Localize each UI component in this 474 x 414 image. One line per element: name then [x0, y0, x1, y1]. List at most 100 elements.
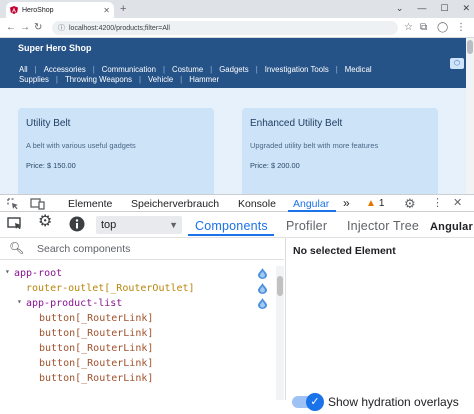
nav-communication[interactable]: Communication: [102, 65, 156, 74]
page-scrollbar-thumb[interactable]: [467, 40, 473, 54]
collapse-caret-icon[interactable]: ▾: [5, 267, 10, 276]
frame-select-value: top: [101, 219, 117, 231]
component-tree: ▾ app-root router-outlet[_RouterOutlet] …: [0, 266, 276, 400]
nav-vehicle[interactable]: Vehicle: [148, 75, 173, 84]
tab-close-icon[interactable]: ✕: [103, 6, 110, 15]
tree-node-app-root[interactable]: app-root: [14, 266, 62, 281]
back-icon[interactable]: ←: [6, 21, 16, 35]
inspect-component-icon[interactable]: [7, 217, 23, 231]
info-icon[interactable]: [69, 216, 85, 232]
nav-hammer[interactable]: Hammer: [189, 75, 219, 84]
extensions-icon[interactable]: ⧉: [420, 21, 427, 35]
hydration-drop-icon: [258, 283, 267, 294]
address-bar: ← → ↻ ⓘ localhost:4200/products;filter=A…: [0, 18, 474, 38]
site-brand[interactable]: Super Hero Shop: [18, 43, 92, 53]
components-tab-indicator: [188, 234, 274, 236]
search-icon: 🔍︎: [9, 241, 25, 255]
product-price: Price: $ 200.00: [250, 161, 300, 170]
nav-medical-supplies[interactable]: Supplies: [19, 75, 49, 84]
tree-node-button[interactable]: button[_RouterLink]: [39, 326, 153, 341]
tab-angular[interactable]: Angular: [293, 198, 329, 210]
url-text: localhost:4200/products;filter=All: [69, 24, 170, 32]
close-window-icon[interactable]: ✕: [462, 1, 470, 15]
tree-node-router-outlet[interactable]: router-outlet[_RouterOutlet]: [26, 281, 195, 296]
browser-tab-title: HeroShop: [22, 6, 54, 14]
tab-profiler[interactable]: Profiler: [286, 219, 327, 233]
tree-node-button[interactable]: button[_RouterLink]: [39, 356, 153, 371]
device-toolbar-icon[interactable]: [30, 198, 45, 210]
nav-medical[interactable]: Medical: [345, 65, 372, 74]
tab-console[interactable]: Konsole: [238, 198, 276, 210]
hydration-overlay-toggle-row: ✓ Show hydration overlays: [292, 393, 459, 411]
page-scrollbar[interactable]: [466, 38, 474, 194]
url-input[interactable]: ⓘ localhost:4200/products;filter=All: [52, 21, 398, 35]
nav-throwing-weapons[interactable]: Throwing Weapons: [65, 75, 132, 84]
tree-node-button[interactable]: button[_RouterLink]: [39, 371, 153, 386]
window-controls: ⌄ — ☐ ✕: [396, 1, 470, 15]
frame-select[interactable]: top ▼: [96, 216, 182, 234]
more-tabs-icon[interactable]: »: [343, 197, 350, 209]
tab-injector-tree[interactable]: Injector Tree: [347, 219, 419, 233]
angular-settings-gear-icon[interactable]: ⚙: [38, 214, 52, 230]
tab-memory[interactable]: Speicherverbrauch: [131, 198, 219, 210]
browser-menu-icon[interactable]: ⋮: [456, 21, 466, 35]
tree-node-button[interactable]: button[_RouterLink]: [39, 341, 153, 356]
product-description: A belt with various useful gadgets: [26, 141, 136, 150]
product-description: Upgraded utility belt with more features: [250, 141, 379, 150]
settings-gear-icon[interactable]: ⚙: [404, 196, 416, 211]
warning-icon: ▲: [366, 198, 376, 209]
category-nav-row-2: Supplies | Throwing Weapons | Vehicle | Ham…: [19, 75, 220, 84]
nav-costume[interactable]: Costume: [172, 65, 203, 74]
maximize-icon[interactable]: ☐: [440, 1, 448, 15]
tab-search-icon[interactable]: ⌄: [396, 1, 404, 15]
tree-scrollbar-thumb[interactable]: [277, 276, 283, 296]
nav-gadgets[interactable]: Gadgets: [219, 65, 248, 74]
devtools-menu-icon[interactable]: ⋮: [432, 196, 443, 211]
product-title: Utility Belt: [26, 118, 71, 129]
web-page: Super Hero Shop All | Accessories | Commun…: [0, 38, 466, 194]
tree-node-app-product-list[interactable]: app-product-list: [26, 296, 122, 311]
tab-components[interactable]: Components: [195, 219, 268, 233]
forward-icon[interactable]: →: [20, 21, 30, 35]
hydration-drop-icon: [258, 268, 267, 279]
login-icon[interactable]: ⬡: [450, 58, 464, 69]
product-title: Enhanced Utility Belt: [250, 118, 343, 129]
minimize-icon[interactable]: —: [417, 1, 426, 15]
warnings-counter[interactable]: ▲ 1: [366, 198, 384, 210]
hydration-overlay-label: Show hydration overlays: [328, 395, 459, 409]
collapse-caret-icon[interactable]: ▾: [17, 297, 22, 306]
warning-count: 1: [378, 198, 385, 209]
tree-node-button[interactable]: button[_RouterLink]: [39, 311, 153, 326]
profile-icon[interactable]: ◯: [437, 21, 448, 35]
chevron-down-icon: ▼: [169, 220, 178, 230]
angular-version: Angular v: [430, 221, 474, 233]
product-price: Price: $ 150.00: [26, 161, 76, 170]
nav-accessories[interactable]: Accessories: [44, 65, 86, 74]
new-tab-button[interactable]: +: [120, 2, 126, 16]
tab-elements[interactable]: Elemente: [68, 198, 112, 210]
devtools-panel: Elemente Speicherverbrauch Konsole Angul…: [0, 194, 474, 414]
site-header: Super Hero Shop All | Accessories | Commun…: [0, 38, 466, 88]
angular-toolbar: ⚙ top ▼ Components Profiler Injector Tre…: [0, 212, 474, 238]
product-card[interactable]: Enhanced Utility Belt Upgraded utility b…: [242, 108, 438, 194]
search-input[interactable]: Search components: [37, 243, 130, 255]
browser-tab[interactable]: HeroShop ✕: [6, 2, 114, 18]
hydration-overlay-toggle[interactable]: ✓: [292, 393, 324, 411]
nav-investigation-tools[interactable]: Investigation Tools: [265, 65, 329, 74]
reload-icon[interactable]: ↻: [34, 21, 42, 35]
browser-titlebar: HeroShop ✕ + ⌄ — ☐ ✕: [0, 0, 474, 18]
checkmark-icon: ✓: [306, 393, 324, 411]
product-card[interactable]: Utility Belt A belt with various useful …: [18, 108, 214, 194]
site-info-icon[interactable]: ⓘ: [58, 23, 65, 33]
close-devtools-icon[interactable]: ✕: [453, 196, 462, 211]
nav-all[interactable]: All: [19, 65, 28, 74]
hydration-drop-icon: [258, 298, 267, 309]
angular-favicon-icon: [10, 6, 18, 14]
property-panel-title: No selected Element: [293, 245, 396, 257]
devtools-toolbar: Elemente Speicherverbrauch Konsole Angul…: [0, 194, 474, 212]
component-search: 🔍︎ Search components: [0, 238, 284, 260]
inspect-element-icon[interactable]: [7, 198, 20, 210]
bookmark-star-icon[interactable]: ☆: [404, 21, 413, 35]
category-nav-row-1: All | Accessories | Communication | Costume…: [19, 65, 372, 74]
panel-splitter[interactable]: [285, 238, 286, 400]
